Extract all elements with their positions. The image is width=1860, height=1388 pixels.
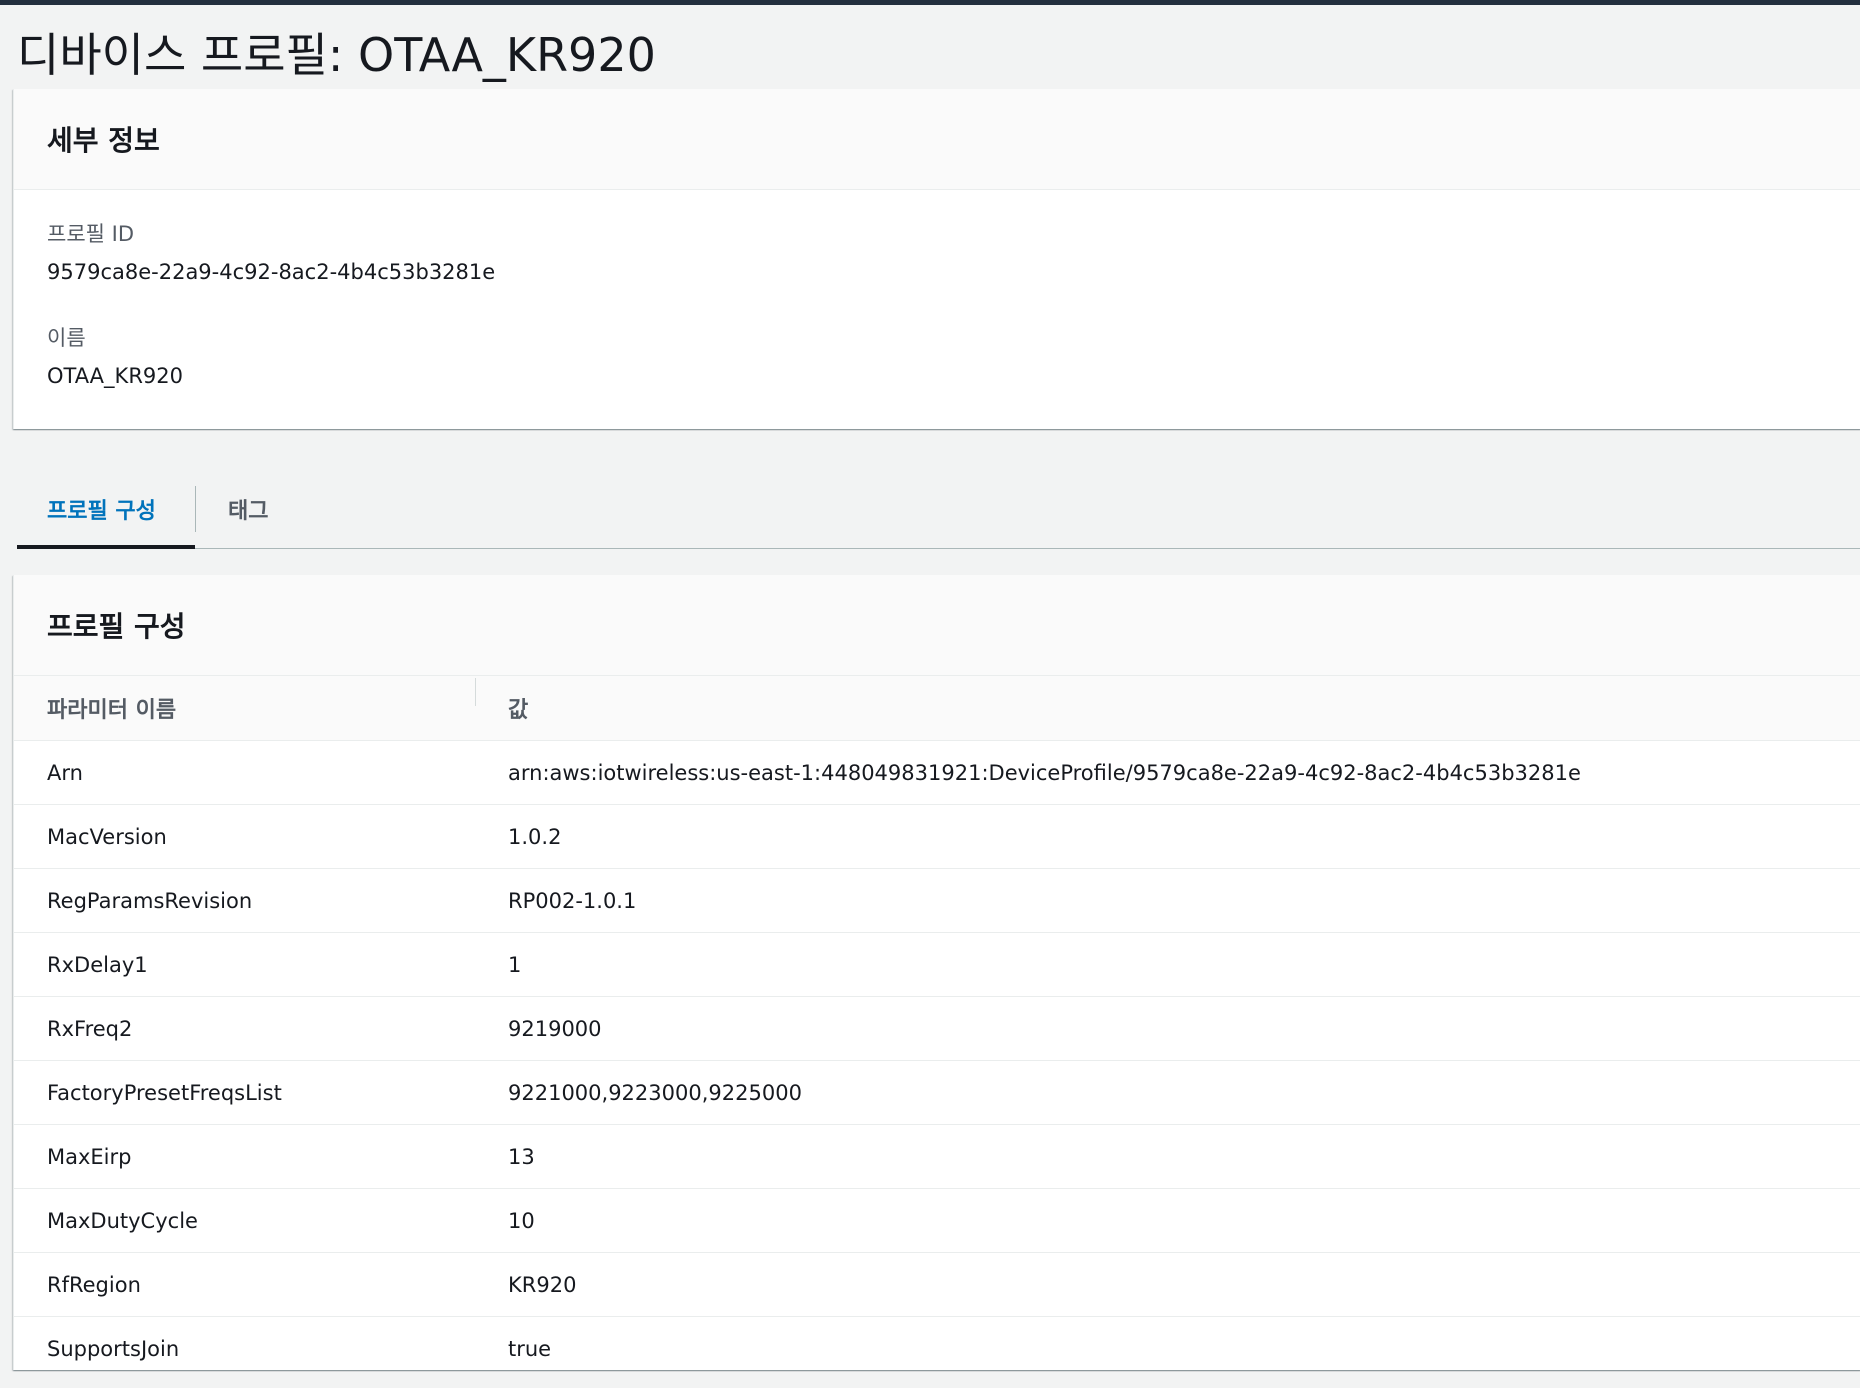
parameter-value-cell: 10: [508, 1208, 535, 1233]
table-body: Arn arn:aws:iotwireless:us-east-1:448049…: [14, 741, 1860, 1380]
tab-bar: 프로필 구성 태그: [17, 470, 1860, 549]
name-label: 이름: [47, 326, 86, 350]
column-header-value[interactable]: 값: [475, 678, 1860, 724]
profile-id-label: 프로필 ID: [47, 222, 134, 246]
profile-config-panel: 프로필 구성 파라미터 이름 값 Arn arn:aws:iotwireless…: [13, 575, 1860, 1370]
parameter-value-cell: arn:aws:iotwireless:us-east-1:4480498319…: [508, 760, 1581, 785]
table-header: 파라미터 이름 값: [14, 676, 1860, 741]
page-title: 디바이스 프로필: OTAA_KR920: [17, 27, 656, 82]
column-header-parameter-name[interactable]: 파라미터 이름: [14, 692, 475, 724]
tab-tags[interactable]: 태그: [196, 470, 300, 548]
profile-id-field: 프로필 ID 9579ca8e-22a9-4c92-8ac2-4b4c53b32…: [47, 220, 495, 286]
parameter-value-cell: 9219000: [508, 1016, 602, 1041]
table-row: RfRegion KR920: [14, 1253, 1860, 1317]
table-row: MaxEirp 13: [14, 1125, 1860, 1189]
parameter-name-cell: MaxEirp: [47, 1144, 132, 1169]
table-row: MacVersion 1.0.2: [14, 805, 1860, 869]
details-heading: 세부 정보: [47, 124, 160, 157]
config-panel-header: 프로필 구성: [14, 575, 1860, 676]
tab-profile-config[interactable]: 프로필 구성: [17, 470, 195, 549]
parameter-name-cell: MaxDutyCycle: [47, 1208, 198, 1233]
table-row: RegParamsRevision RP002-1.0.1: [14, 869, 1860, 933]
parameter-name-cell: RegParamsRevision: [47, 888, 253, 913]
table-row: SupportsJoin true: [14, 1317, 1860, 1380]
parameter-value-cell: 9221000,9223000,9225000: [508, 1080, 802, 1105]
profile-id-value: 9579ca8e-22a9-4c92-8ac2-4b4c53b3281e: [47, 260, 496, 284]
parameter-value-cell: 13: [508, 1144, 535, 1169]
table-row: RxFreq2 9219000: [14, 997, 1860, 1061]
table-row: Arn arn:aws:iotwireless:us-east-1:448049…: [14, 741, 1860, 805]
details-panel-header: 세부 정보: [14, 89, 1860, 190]
table-row: RxDelay1 1: [14, 933, 1860, 997]
parameter-name-cell: MacVersion: [47, 824, 167, 849]
parameter-name-cell: RfRegion: [47, 1272, 141, 1297]
config-heading: 프로필 구성: [47, 610, 186, 643]
table-row: MaxDutyCycle 10: [14, 1189, 1860, 1253]
parameter-name-cell: RxDelay1: [47, 952, 148, 977]
name-field: 이름 OTAA_KR920: [47, 324, 183, 390]
parameter-value-cell: KR920: [508, 1272, 577, 1297]
parameter-name-cell: Arn: [47, 760, 83, 785]
parameter-value-cell: 1: [508, 952, 522, 977]
parameter-name-cell: SupportsJoin: [47, 1336, 180, 1361]
details-panel: 세부 정보 프로필 ID 9579ca8e-22a9-4c92-8ac2-4b4…: [13, 89, 1860, 429]
parameter-value-cell: RP002-1.0.1: [508, 888, 637, 913]
parameter-name-cell: FactoryPresetFreqsList: [47, 1080, 282, 1105]
parameter-value-cell: true: [508, 1336, 552, 1361]
parameter-value-cell: 1.0.2: [508, 824, 562, 849]
parameter-name-cell: RxFreq2: [47, 1016, 133, 1041]
table-row: FactoryPresetFreqsList 9221000,9223000,9…: [14, 1061, 1860, 1125]
top-navigation-bar: [0, 0, 1860, 5]
name-value: OTAA_KR920: [47, 364, 183, 388]
